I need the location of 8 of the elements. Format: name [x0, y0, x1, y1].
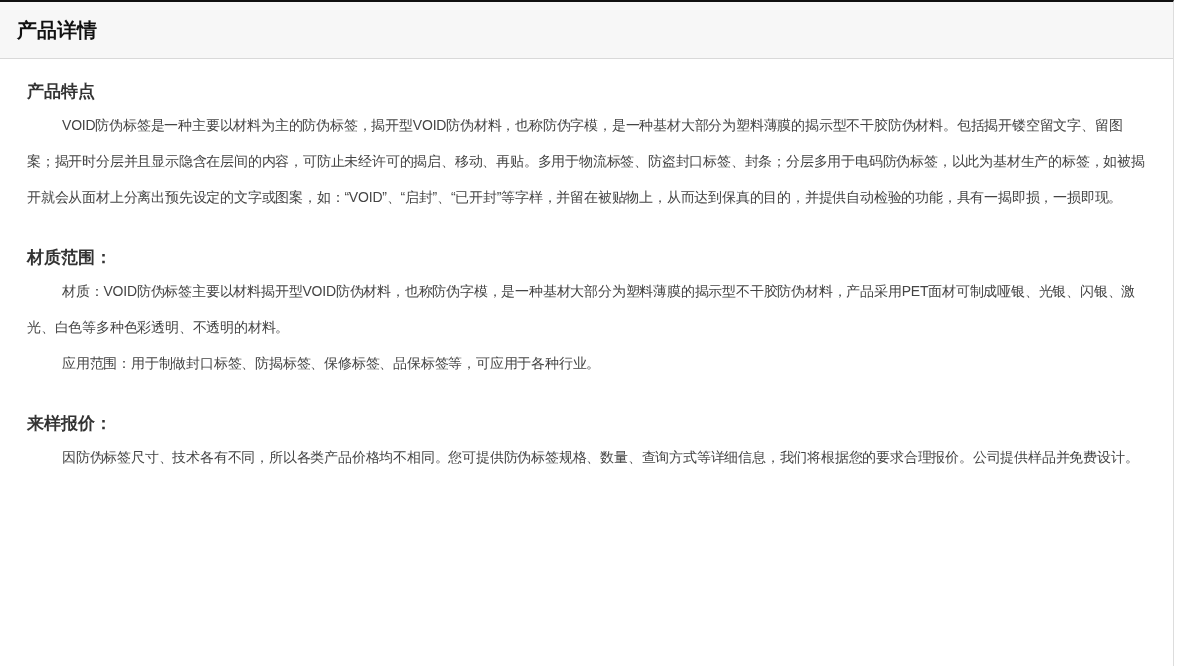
- section-paragraph: VOID防伪标签是一种主要以材料为主的防伪标签，揭开型VOID防伪材料，也称防伪字模，是一种基材大部分为塑料薄膜的揭示型不干胶防伪材料。包括揭开镂空留文字、留图案；揭开时分层并且显示隐含在层间的内容，可防止未经许可的揭启、移动、再贴。多用于物流标签、防盗封口标签、封条；分层多用于电码防伪标签，以此为基材生产的标签，如被揭开就会从面材上分离出预先设定的文字或图案，如：“VOID”、“启封”、“已开封”等字样，并留在被贴物上，从而达到保真的目的，并提供自动检验的功能，具有一揭即损，一损即现。: [27, 116, 1145, 207]
- section-paragraph: 因防伪标签尺寸、技术各有不同，所以各类产品价格均不相同。您可提供防伪标签规格、数量、查询方式等详细信息，我们将根据您的要求合理报价。公司提供样品并免费设计。: [61, 448, 1140, 467]
- panel-title: 产品详情: [17, 17, 97, 43]
- section-paragraph: 应用范围：用于制做封口标签、防揭标签、保修标签、品保标签等，可应用于各种行业。: [61, 354, 602, 373]
- section-paragraph: 材质：VOID防伪标签主要以材料揭开型VOID防伪材料，也称防伪字模，是一种基材大部分为塑料薄膜的揭示型不干胶防伪材料，产品采用PET面材可制成哑银、光银、闪银、激光、白色等多种色彩透明、不透明的材料。: [27, 282, 1137, 337]
- section-heading: 来样报价：: [27, 413, 113, 435]
- section-heading: 材质范围：: [27, 247, 113, 269]
- section-heading: 产品特点: [27, 81, 96, 103]
